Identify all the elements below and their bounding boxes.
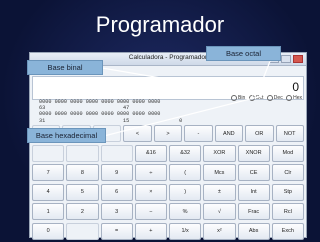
arrow-octal	[257, 55, 273, 93]
arrowhead-icon	[251, 90, 256, 96]
callout-octal: Base octal	[206, 46, 281, 61]
callout-hexadecimal: Base hexadecimal	[27, 128, 106, 143]
callout-arrows	[101, 55, 273, 137]
callout-binario: Base binal	[27, 60, 103, 75]
arrowhead-icon	[256, 86, 261, 92]
arrow-binario	[101, 67, 257, 95]
arrow-hexadecimal	[103, 95, 263, 137]
